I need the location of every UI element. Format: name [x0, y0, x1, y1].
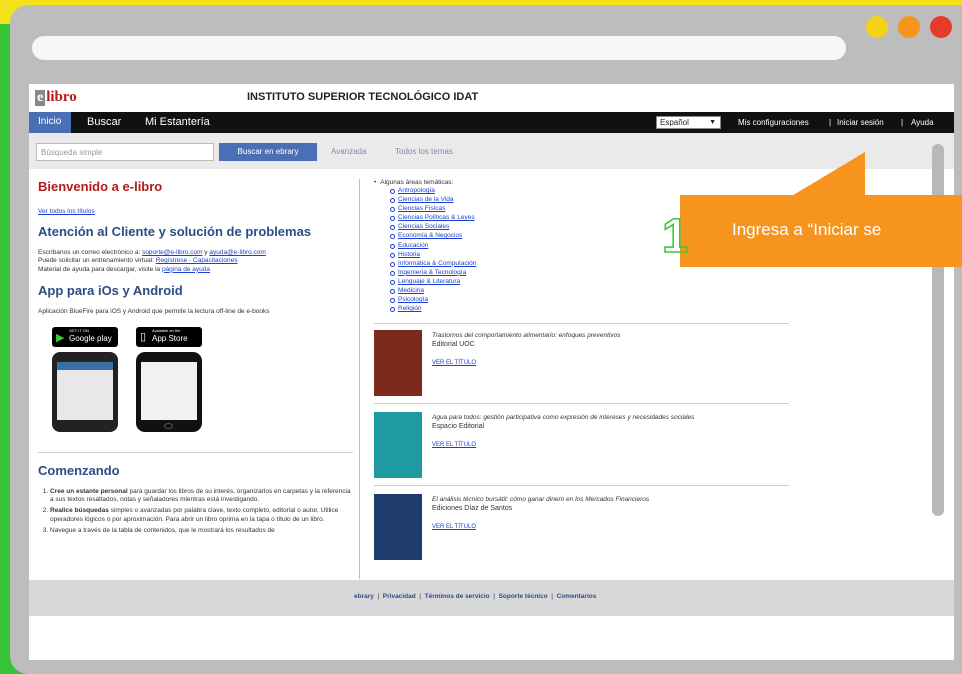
books-list: Trastornos del comportamiento alimentari…	[374, 324, 789, 574]
book-divider	[374, 403, 789, 405]
section-divider	[38, 451, 353, 453]
footer-links: ebrary | Privacidad | Términos de servic…	[354, 593, 597, 600]
left-column: Bienvenido a e-libro Ver todos los títul…	[38, 179, 353, 539]
nav-inicio[interactable]: Inicio	[38, 116, 61, 127]
all-titles-link[interactable]: Ver todos los títulos	[38, 208, 353, 215]
ebrary-logo[interactable]: ebrary	[354, 593, 374, 600]
getting-started-list: Cree un estante personal para guardar lo…	[38, 488, 353, 536]
book-title[interactable]: El análisis técnico bursátil: cómo ganar…	[432, 496, 649, 503]
advanced-search-link[interactable]: Avanzada	[331, 147, 366, 156]
iniciar-sesion-link[interactable]: Iniciar sesión	[837, 118, 884, 127]
areas-heading: • Algunas áreas temáticas:	[374, 179, 454, 186]
step-item: Navegue a través de la tabla de contenid…	[50, 527, 353, 535]
view-title-link[interactable]: VER EL TÍTULO	[432, 442, 476, 448]
address-bar[interactable]	[32, 36, 846, 60]
app-badges-area: ▶ GET IT ON Google play ▯ Available on t…	[38, 325, 353, 440]
getting-started-title: Comenzando	[38, 462, 120, 478]
book-title[interactable]: Trastornos del comportamiento alimentari…	[432, 332, 620, 339]
book-divider	[374, 485, 789, 487]
support-email-link[interactable]: soporte@e-libro.com	[142, 249, 202, 256]
footer-link-terms[interactable]: Términos de servicio	[425, 593, 490, 600]
view-title-link[interactable]: VER EL TÍTULO	[432, 524, 476, 530]
book-item: El análisis técnico bursátil: cómo ganar…	[374, 488, 789, 570]
support-line-2: Puede solicitar un entrenamiento virtual…	[38, 257, 238, 265]
help-page-link[interactable]: página de ayuda	[162, 266, 210, 273]
area-link[interactable]: Lenguaje & Literatura	[390, 277, 789, 286]
ayuda-link[interactable]: Ayuda	[911, 118, 934, 127]
separator: |	[829, 118, 832, 127]
google-play-badge[interactable]: ▶ GET IT ON Google play	[52, 326, 118, 347]
nav-mi-estanteria[interactable]: Mi Estantería	[145, 116, 210, 128]
callout-pointer	[790, 152, 865, 197]
book-publisher: Espacio Editorial	[432, 423, 485, 431]
footer-link-privacy[interactable]: Privacidad	[383, 593, 416, 600]
search-input[interactable]: Búsqueda simple	[36, 143, 214, 161]
book-title[interactable]: Agua para todos: gestión participativa c…	[432, 414, 694, 421]
area-link[interactable]: Psicología	[390, 295, 789, 304]
separator: |	[901, 118, 904, 127]
app-title: App para iOs y Android	[38, 283, 183, 299]
apple-icon: ▯	[140, 330, 147, 343]
book-item: Trastornos del comportamiento alimentari…	[374, 324, 789, 406]
training-link[interactable]: Regístrese - Capacitaciones	[156, 257, 238, 264]
play-icon: ▶	[56, 331, 65, 344]
iphone-image	[136, 351, 202, 432]
welcome-title: Bienvenido a e-libro	[38, 179, 163, 194]
all-topics-link[interactable]: Todos los temas	[395, 147, 453, 156]
callout-text: Ingresa a “Iniciar se	[732, 220, 882, 239]
support-title: Atención al Cliente y solución de proble…	[38, 224, 312, 239]
main-nav: Inicio Buscar Mi Estantería Español ▼ Mis…	[29, 112, 954, 133]
help-email-link[interactable]: ayuda@e-libro.com	[209, 249, 265, 256]
mis-configuraciones-link[interactable]: Mis configuraciones	[738, 118, 809, 127]
area-link[interactable]: Medicina	[390, 286, 789, 295]
svg-text:1: 1	[662, 210, 689, 262]
book-item: Agua para todos: gestión participativa c…	[374, 406, 789, 488]
step-item: Cree un estante personal para guardar lo…	[50, 488, 353, 505]
android-phone-image	[52, 351, 118, 432]
book-cover[interactable]	[374, 330, 422, 397]
area-link[interactable]: Religión	[390, 304, 789, 313]
app-store-badge[interactable]: ▯ Available on the App Store	[136, 326, 202, 347]
chevron-down-icon: ▼	[709, 119, 716, 126]
language-select[interactable]: Español ▼	[656, 116, 721, 129]
app-description: Aplicación BlueFire para iOS y Android q…	[38, 308, 270, 316]
support-line-1: Escríbanos un correo electrónico a: sopo…	[38, 249, 266, 256]
elibro-logo[interactable]: e libro	[35, 89, 77, 106]
institution-name: INSTITUTO SUPERIOR TECNOLÓGICO IDAT	[247, 91, 479, 103]
nav-buscar[interactable]: Buscar	[87, 116, 121, 128]
book-cover[interactable]	[374, 412, 422, 479]
search-button[interactable]: Buscar en ebrary	[219, 143, 317, 161]
footer-link-support[interactable]: Soporte técnico	[499, 593, 548, 600]
maximize-dot[interactable]	[898, 16, 920, 38]
footer-link-comments[interactable]: Comentarios	[557, 593, 597, 600]
column-divider	[359, 179, 360, 579]
view-title-link[interactable]: VER EL TÍTULO	[432, 360, 476, 366]
area-link[interactable]: Ingeniería & Tecnología	[390, 268, 789, 277]
book-publisher: Editorial UOC	[432, 341, 475, 349]
step-number-icon: 1	[661, 209, 689, 262]
close-dot[interactable]	[930, 16, 952, 38]
site-footer: ebrary | Privacidad | Términos de servic…	[29, 580, 954, 616]
area-link[interactable]: Antropología	[390, 186, 789, 195]
minimize-dot[interactable]	[866, 16, 888, 38]
book-cover[interactable]	[374, 494, 422, 561]
support-line-3: Material de ayuda para descargar, visite…	[38, 265, 211, 273]
site-header: e libro INSTITUTO SUPERIOR TECNOLÓGICO ID…	[29, 84, 954, 112]
book-publisher: Ediciones Díaz de Santos	[432, 505, 513, 513]
step-item: Realice búsquedas simples o avanzadas po…	[50, 507, 353, 524]
